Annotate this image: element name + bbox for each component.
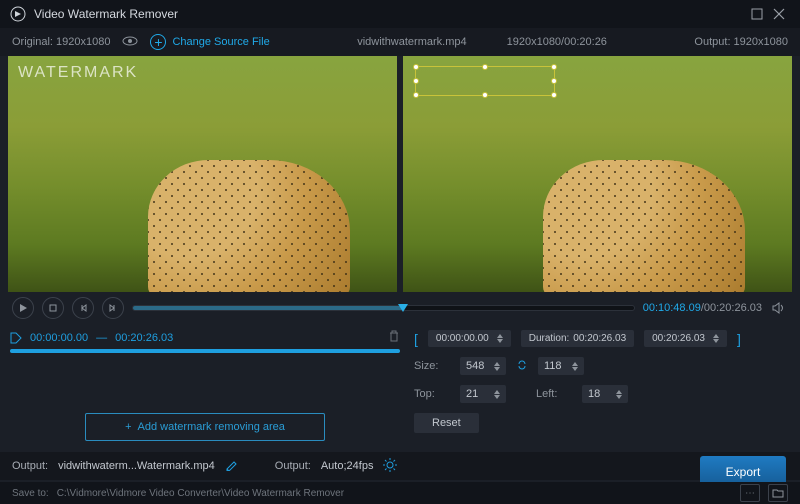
change-source-button[interactable]: + Change Source File	[150, 34, 269, 50]
output-format: Auto;24fps	[321, 460, 374, 472]
app-title: Video Watermark Remover	[34, 7, 746, 21]
output-settings-button[interactable]	[383, 458, 397, 475]
frame-forward-button[interactable]	[102, 297, 124, 319]
segment-start: 00:00:00.00	[30, 332, 88, 344]
info-bar: Original: 1920x1080 + Change Source File…	[0, 28, 800, 56]
left-field[interactable]: 18	[582, 385, 628, 403]
output-filename: vidwithwaterm...Watermark.mp4	[58, 460, 215, 472]
start-time-field[interactable]: 00:00:00.00	[428, 330, 511, 347]
original-resolution: Original: 1920x1080	[12, 36, 110, 48]
plus-icon: +	[125, 421, 131, 433]
delete-segment-button[interactable]	[388, 330, 400, 345]
bracket-close-icon[interactable]: ]	[737, 331, 741, 347]
params-panel: [ 00:00:00.00 Duration:00:20:26.03 00:20…	[414, 330, 790, 441]
source-filename: vidwithwatermark.mp4	[357, 36, 466, 48]
output-resolution: Output: 1920x1080	[694, 36, 788, 48]
tag-icon	[10, 332, 22, 344]
player-controls: 00:10:48.09/00:20:26.03	[0, 292, 800, 324]
mid-row: 00:00:00.00 — 00:20:26.03 + Add watermar…	[0, 324, 800, 441]
width-field[interactable]: 548	[460, 357, 506, 375]
link-dimensions-icon[interactable]	[516, 359, 528, 374]
timeline-scrubber[interactable]	[132, 305, 635, 311]
app-logo-icon	[10, 6, 26, 22]
watermark-overlay: WATERMARK	[18, 64, 138, 82]
output-label-1: Output:	[12, 460, 48, 472]
output-bar: Output: vidwithwaterm...Watermark.mp4 Ou…	[0, 452, 800, 480]
eye-icon[interactable]	[122, 36, 138, 49]
save-bar: Save to: C:\Vidmore\Vidmore Video Conver…	[0, 482, 800, 504]
save-to-label: Save to:	[12, 488, 49, 499]
frame-back-button[interactable]	[72, 297, 94, 319]
add-watermark-area-button[interactable]: + Add watermark removing area	[85, 413, 325, 441]
segment-item[interactable]: 00:00:00.00 — 00:20:26.03	[10, 330, 400, 345]
selection-box[interactable]	[415, 66, 555, 96]
rename-output-button[interactable]	[225, 459, 237, 474]
height-field[interactable]: 118	[538, 357, 584, 375]
timeline-knob[interactable]	[398, 304, 408, 312]
duration-field[interactable]: Duration:00:20:26.03	[521, 330, 634, 347]
play-button[interactable]	[12, 297, 34, 319]
source-dims-time: 1920x1080/00:20:26	[507, 36, 607, 48]
preview-original: WATERMARK	[8, 56, 397, 292]
stop-button[interactable]	[42, 297, 64, 319]
minimize-button[interactable]	[746, 3, 768, 25]
size-label: Size:	[414, 360, 450, 372]
volume-icon[interactable]	[770, 299, 788, 317]
left-label: Left:	[536, 388, 572, 400]
preview-panes: WATERMARK	[0, 56, 800, 292]
output-label-2: Output:	[275, 460, 311, 472]
save-path: C:\Vidmore\Vidmore Video Converter\Video…	[57, 488, 732, 499]
open-folder-button[interactable]	[768, 484, 788, 502]
segments-panel: 00:00:00.00 — 00:20:26.03 + Add watermar…	[10, 330, 400, 441]
top-label: Top:	[414, 388, 450, 400]
plus-circle-icon: +	[150, 34, 166, 50]
bracket-open-icon[interactable]: [	[414, 331, 418, 347]
change-source-label: Change Source File	[172, 36, 269, 48]
preview-output[interactable]	[403, 56, 792, 292]
end-time-field[interactable]: 00:20:26.03	[644, 330, 727, 347]
title-bar: Video Watermark Remover	[0, 0, 800, 28]
reset-button[interactable]: Reset	[414, 413, 479, 433]
segment-bar[interactable]	[10, 349, 400, 353]
timeline-fill	[133, 306, 403, 310]
more-menu-button[interactable]: ⋯	[740, 484, 760, 502]
top-field[interactable]: 21	[460, 385, 506, 403]
segment-end: 00:20:26.03	[115, 332, 173, 344]
close-button[interactable]	[768, 3, 790, 25]
timecode: 00:10:48.09/00:20:26.03	[643, 302, 762, 314]
